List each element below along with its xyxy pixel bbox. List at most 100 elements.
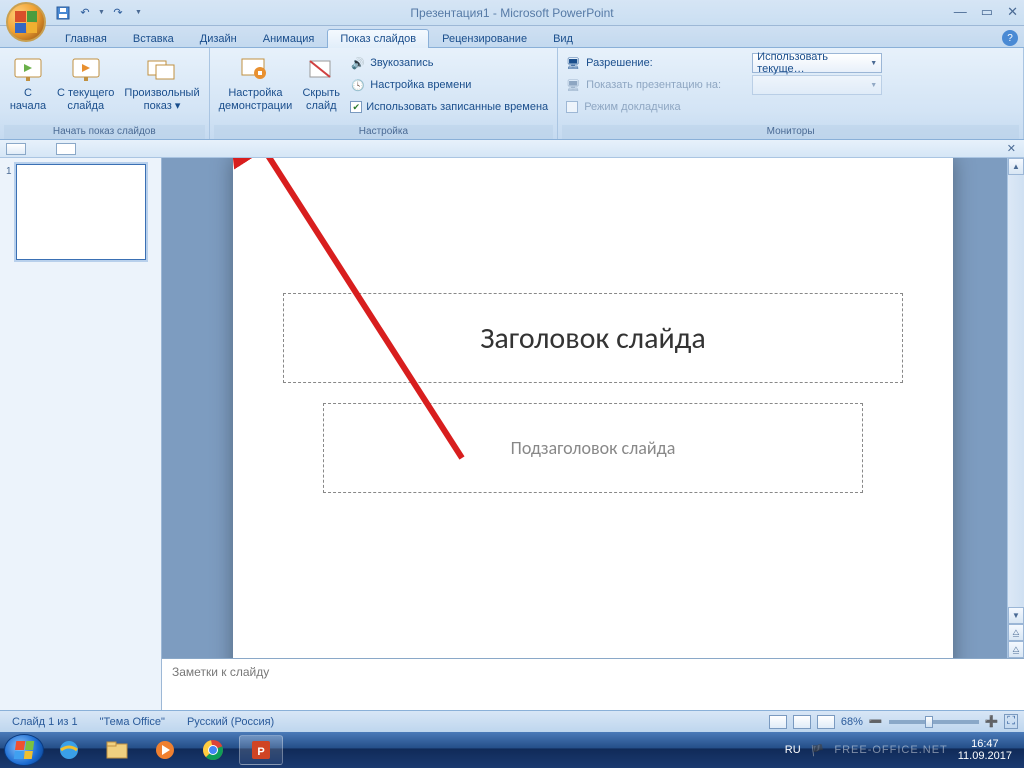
slide-canvas[interactable]: Заголовок слайда Подзаголовок слайда	[233, 158, 953, 658]
ribbon: Сначала С текущегослайда Произвольныйпок…	[0, 48, 1024, 140]
ribbon-group-start: Сначала С текущегослайда Произвольныйпок…	[0, 48, 210, 139]
help-button[interactable]: ?	[1002, 30, 1018, 46]
slides-tab-button[interactable]	[6, 143, 26, 155]
task-explorer[interactable]	[95, 735, 139, 765]
title-text: Заголовок слайда	[480, 320, 706, 357]
office-button[interactable]	[6, 2, 46, 42]
presenter-checkbox	[566, 101, 578, 113]
presentation-current-icon	[70, 54, 102, 86]
task-ie[interactable]	[47, 735, 91, 765]
group-label-monitors: Мониторы	[562, 125, 1019, 139]
status-theme: "Тема Office"	[94, 714, 171, 730]
tab-animation[interactable]: Анимация	[250, 29, 328, 48]
custom-show-button[interactable]: Произвольныйпоказ ▾	[119, 50, 204, 116]
tab-home[interactable]: Главная	[52, 29, 120, 48]
monitor-icon-2: 🖥	[566, 79, 580, 92]
title-placeholder[interactable]: Заголовок слайда	[283, 293, 903, 383]
from-beginning-button[interactable]: Сначала	[4, 50, 52, 116]
qat-customize[interactable]: ▼	[135, 9, 142, 16]
prev-slide[interactable]: ⧋	[1008, 624, 1024, 641]
subtitle-placeholder[interactable]: Подзаголовок слайда	[323, 403, 863, 493]
zoom-in[interactable]: ➕	[985, 715, 999, 728]
qat-undo[interactable]: ↶	[76, 4, 94, 22]
watermark: FREE-OFFICE.NET	[834, 744, 947, 756]
hide-slide-button[interactable]: Скрытьслайд	[297, 50, 345, 116]
zoom-percent[interactable]: 68%	[841, 716, 863, 728]
subtitle-text: Подзаголовок слайда	[511, 437, 676, 459]
status-language[interactable]: Русский (Россия)	[181, 714, 280, 730]
workspace: 1 Заголовок слайда Подзаголовок слайда ▲…	[0, 158, 1024, 710]
checkbox-icon: ✔	[350, 101, 362, 113]
zoom-out[interactable]: ➖	[869, 715, 883, 728]
ribbon-group-setup: Настройкадемонстрации Скрытьслайд 🔊Звуко…	[210, 48, 559, 139]
thumbnail-preview[interactable]	[16, 164, 146, 260]
window-title: Презентация1 - Microsoft PowerPoint	[410, 6, 613, 20]
resolution-label: Разрешение:	[586, 57, 746, 69]
svg-text:P: P	[257, 746, 264, 758]
task-chrome[interactable]	[191, 735, 235, 765]
pane-close[interactable]: ✕	[1007, 142, 1016, 155]
group-label-start: Начать показ слайдов	[4, 125, 205, 139]
presentation-icon	[12, 54, 44, 86]
tab-design[interactable]: Дизайн	[187, 29, 250, 48]
zoom-slider[interactable]	[889, 720, 979, 724]
qat-save[interactable]	[54, 4, 72, 22]
qat-redo[interactable]: ↷	[109, 4, 127, 22]
slide-editor: Заголовок слайда Подзаголовок слайда ▲ ▼…	[162, 158, 1024, 710]
task-powerpoint[interactable]: P	[239, 735, 283, 765]
tray-flag-icon[interactable]: 🏴	[811, 744, 825, 757]
tab-slideshow[interactable]: Показ слайдов	[327, 29, 429, 48]
fit-to-window[interactable]: ⛶	[1004, 714, 1018, 729]
pane-header: ✕	[0, 140, 1024, 158]
canvas-area[interactable]: Заголовок слайда Подзаголовок слайда	[162, 158, 1024, 658]
status-bar: Слайд 1 из 1 "Тема Office" Русский (Росс…	[0, 710, 1024, 732]
show-on-select: ▼	[752, 75, 882, 95]
group-label-setup: Настройка	[214, 125, 554, 139]
system-tray: RU 🏴 FREE-OFFICE.NET 16:4711.09.2017	[785, 738, 1020, 762]
scroll-up[interactable]: ▲	[1008, 158, 1024, 175]
outline-tab-button[interactable]	[56, 143, 76, 155]
show-on-label: Показать презентацию на:	[586, 79, 746, 91]
mic-icon: 🔊	[350, 55, 366, 71]
tray-language[interactable]: RU	[785, 744, 801, 756]
from-current-button[interactable]: С текущегослайда	[52, 50, 119, 116]
windows-logo-icon	[14, 741, 35, 759]
custom-show-icon	[146, 54, 178, 86]
normal-view-button[interactable]	[769, 715, 787, 729]
tab-view[interactable]: Вид	[540, 29, 586, 48]
use-timings-checkbox[interactable]: ✔Использовать записанные времена	[345, 96, 553, 118]
office-logo-icon	[15, 11, 37, 33]
status-slide-count: Слайд 1 из 1	[6, 714, 84, 730]
tab-insert[interactable]: Вставка	[120, 29, 187, 48]
presenter-view-label: Режим докладчика	[584, 101, 680, 113]
thumbnail-number: 1	[6, 164, 12, 260]
slide-thumbnail-panel[interactable]: 1	[0, 158, 162, 710]
close-button[interactable]: ✕	[1007, 4, 1018, 20]
task-mediaplayer[interactable]	[143, 735, 187, 765]
resolution-select[interactable]: Использовать текуще…▼	[752, 53, 882, 73]
scroll-down[interactable]: ▼	[1008, 607, 1024, 624]
sorter-view-button[interactable]	[793, 715, 811, 729]
clock-icon: 🕓	[350, 77, 366, 93]
slideshow-view-button[interactable]	[817, 715, 835, 729]
window-controls: — ▭ ✕	[954, 4, 1018, 20]
title-bar: ↶ ▼ ↷ ▼ Презентация1 - Microsoft PowerPo…	[0, 0, 1024, 26]
next-slide[interactable]: ⧋	[1008, 641, 1024, 658]
tab-review[interactable]: Рецензирование	[429, 29, 540, 48]
setup-icon	[239, 54, 271, 86]
monitor-icon: 🖥	[566, 57, 580, 70]
qat-undo-dropdown[interactable]: ▼	[98, 9, 105, 16]
ribbon-tabs: Главная Вставка Дизайн Анимация Показ сл…	[0, 26, 1024, 48]
tray-clock[interactable]: 16:4711.09.2017	[958, 738, 1012, 762]
thumbnail-item[interactable]: 1	[6, 164, 155, 260]
view-controls: 68% ➖ ➕ ⛶	[769, 714, 1018, 729]
rehearse-timings-button[interactable]: 🕓Настройка времени	[345, 74, 553, 96]
minimize-button[interactable]: —	[954, 4, 967, 20]
quick-access-toolbar: ↶ ▼ ↷ ▼	[54, 4, 142, 22]
vertical-scrollbar[interactable]: ▲ ▼ ⧋ ⧋	[1007, 158, 1024, 658]
notes-pane[interactable]: Заметки к слайду	[162, 658, 1024, 710]
maximize-button[interactable]: ▭	[981, 4, 993, 20]
setup-slideshow-button[interactable]: Настройкадемонстрации	[214, 50, 298, 116]
record-narration-button[interactable]: 🔊Звукозапись	[345, 52, 553, 74]
start-button[interactable]	[4, 734, 44, 766]
